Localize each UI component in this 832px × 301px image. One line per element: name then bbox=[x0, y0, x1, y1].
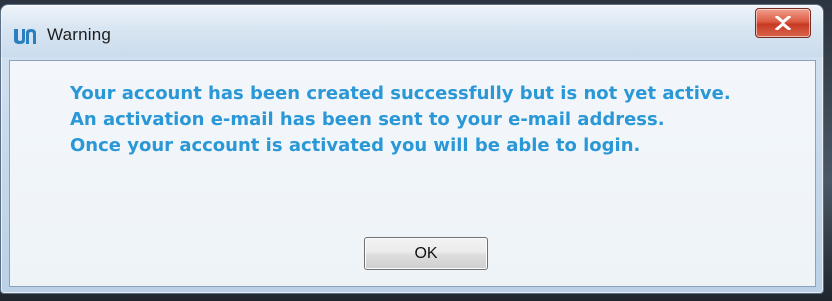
dialog-content: Your account has been created successful… bbox=[9, 60, 816, 287]
message-line: An activation e-mail has been sent to yo… bbox=[70, 109, 665, 130]
message-line: Your account has been created successful… bbox=[70, 83, 731, 104]
un-logo-icon bbox=[13, 27, 37, 45]
close-button[interactable] bbox=[755, 8, 811, 38]
dialog-title: Warning bbox=[47, 25, 112, 44]
ok-button[interactable]: OK bbox=[364, 237, 488, 270]
warning-dialog: Warning Your account has been created su… bbox=[0, 4, 824, 294]
close-icon bbox=[775, 16, 791, 30]
title-bar[interactable]: Warning bbox=[1, 5, 823, 57]
dialog-message: Your account has been created successful… bbox=[70, 81, 731, 159]
message-line: Once your account is activated you will … bbox=[70, 135, 641, 156]
